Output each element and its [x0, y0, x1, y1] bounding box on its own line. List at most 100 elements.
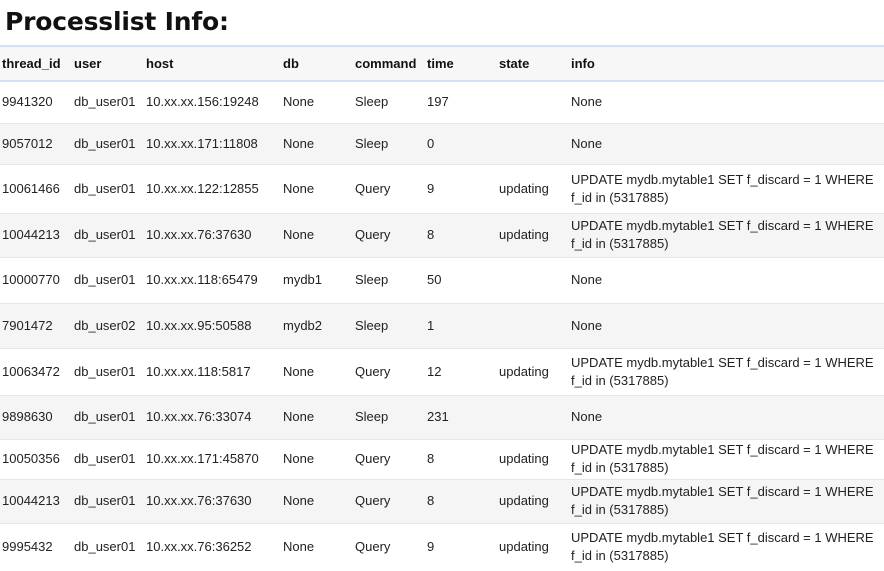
table-row: 10061466 db_user01 10.xx.xx.122:12855 None Q…: [0, 164, 884, 213]
db-cell: None: [283, 227, 315, 242]
command-cell: Query: [355, 227, 391, 242]
host-cell: 10.xx.xx.76:36252: [146, 538, 252, 554]
db-cell: None: [283, 538, 315, 554]
db-cell: None: [283, 363, 315, 379]
state-cell: updating: [499, 538, 549, 554]
table-body: 9941320 db_user01 10.xx.xx.156:19248 None Sl…: [0, 81, 884, 570]
state-cell: [497, 81, 569, 123]
page-title: Processlist Info:: [5, 7, 229, 36]
thread-id-cell: 9057012: [2, 135, 53, 151]
thread-id-cell: 7901472: [2, 317, 53, 333]
db-cell: mydb2: [283, 317, 323, 333]
column-header-command: command: [355, 56, 417, 71]
table-row: 9941320 db_user01 10.xx.xx.156:19248 None Sl…: [0, 81, 884, 123]
column-header-host: host: [146, 56, 174, 71]
info-cell: UPDATE mydb.mytable1 SET f_discard = 1 W…: [571, 354, 874, 388]
thread-id-cell: 10061466: [2, 180, 60, 196]
user-cell: db_user02: [74, 317, 136, 333]
thread-id-cell: 10050356: [2, 451, 60, 466]
user-cell: db_user01: [74, 180, 136, 196]
state-cell: updating: [499, 451, 549, 466]
host-cell: 10.xx.xx.76:37630: [146, 493, 252, 508]
command-cell: Sleep: [355, 135, 389, 151]
command-cell: Sleep: [355, 94, 389, 110]
command-cell: Query: [355, 451, 391, 466]
info-cell: None: [571, 272, 603, 287]
db-cell: None: [283, 94, 315, 110]
host-cell: 10.xx.xx.122:12855: [146, 180, 259, 196]
command-cell: Sleep: [355, 272, 389, 287]
user-cell: db_user01: [74, 272, 136, 287]
host-cell: 10.xx.xx.118:65479: [146, 272, 258, 287]
time-cell: 8: [427, 227, 435, 242]
table-row: 9995432 db_user01 10.xx.xx.76:36252 None Que…: [0, 523, 884, 570]
time-cell: 8: [427, 493, 435, 508]
info-cell: None: [571, 94, 603, 110]
host-cell: 10.xx.xx.118:5817: [146, 363, 251, 379]
state-cell: [497, 395, 569, 439]
table-row: 10044213 db_user01 10.xx.xx.76:37630 None Qu…: [0, 213, 884, 257]
db-cell: None: [283, 135, 315, 151]
state-cell: updating: [499, 493, 549, 508]
host-cell: 10.xx.xx.156:19248: [146, 94, 259, 110]
thread-id-cell: 9941320: [2, 94, 53, 110]
info-cell: None: [571, 317, 603, 333]
time-cell: 8: [427, 451, 435, 466]
db-cell: None: [283, 451, 315, 466]
state-cell: updating: [499, 363, 549, 379]
info-cell: UPDATE mydb.mytable1 SET f_discard = 1 W…: [571, 529, 874, 563]
thread-id-cell: 9995432: [2, 538, 53, 554]
column-header-info: info: [571, 56, 595, 71]
user-cell: db_user01: [74, 451, 136, 466]
state-cell: [497, 123, 569, 164]
thread-id-cell: 10044213: [2, 227, 60, 242]
table-row: 10044213 db_user01 10.xx.xx.76:37630 None Qu…: [0, 479, 884, 523]
host-cell: 10.xx.xx.95:50588: [146, 317, 252, 333]
host-cell: 10.xx.xx.76:33074: [146, 409, 252, 424]
time-cell: 50: [427, 272, 442, 287]
column-header-state: state: [499, 56, 530, 71]
thread-id-cell: 9898630: [2, 409, 53, 424]
table-row: 9057012 db_user01 10.xx.xx.171:11808 None Sl…: [0, 123, 884, 164]
thread-id-cell: 10044213: [2, 493, 60, 508]
state-cell: updating: [499, 227, 549, 242]
info-cell: UPDATE mydb.mytable1 SET f_discard = 1 W…: [571, 484, 874, 517]
info-cell: None: [571, 135, 603, 151]
info-cell: UPDATE mydb.mytable1 SET f_discard = 1 W…: [571, 442, 874, 475]
user-cell: db_user01: [74, 493, 136, 508]
user-cell: db_user01: [74, 409, 136, 424]
table-row: 7901472 db_user02 10.xx.xx.95:50588 mydb2 Sl…: [0, 303, 884, 348]
user-cell: db_user01: [74, 363, 136, 379]
time-cell: 9: [427, 180, 435, 196]
user-cell: db_user01: [74, 538, 136, 554]
time-cell: 0: [427, 135, 435, 151]
command-cell: Sleep: [355, 317, 389, 333]
table-row: 10000770 db_user01 10.xx.xx.118:65479 mydb1…: [0, 257, 884, 303]
column-header-time: time: [427, 56, 454, 71]
processlist-table: thread_id user host db command time stat…: [0, 45, 884, 570]
column-header-user: user: [74, 56, 102, 71]
db-cell: mydb1: [283, 272, 323, 287]
command-cell: Sleep: [355, 409, 389, 424]
command-cell: Query: [355, 180, 391, 196]
db-cell: None: [283, 409, 315, 424]
time-cell: 231: [427, 409, 449, 424]
time-cell: 1: [427, 317, 435, 333]
state-cell: updating: [499, 180, 549, 196]
table-row: 10050356 db_user01 10.xx.xx.171:45870 None Q…: [0, 439, 884, 479]
command-cell: Query: [355, 493, 391, 508]
state-cell: [497, 257, 569, 303]
thread-id-cell: 10000770: [2, 272, 60, 287]
command-cell: Query: [355, 363, 391, 379]
user-cell: db_user01: [74, 135, 136, 151]
user-cell: db_user01: [74, 227, 136, 242]
command-cell: Query: [355, 538, 391, 554]
db-cell: None: [283, 493, 315, 508]
host-cell: 10.xx.xx.171:11808: [146, 135, 258, 151]
table-row: 10063472 db_user01 10.xx.xx.118:5817 None Qu…: [0, 348, 884, 395]
time-cell: 197: [427, 94, 449, 110]
db-cell: None: [283, 180, 315, 196]
thread-id-cell: 10063472: [2, 363, 60, 379]
time-cell: 12: [427, 363, 442, 379]
user-cell: db_user01: [74, 94, 136, 110]
